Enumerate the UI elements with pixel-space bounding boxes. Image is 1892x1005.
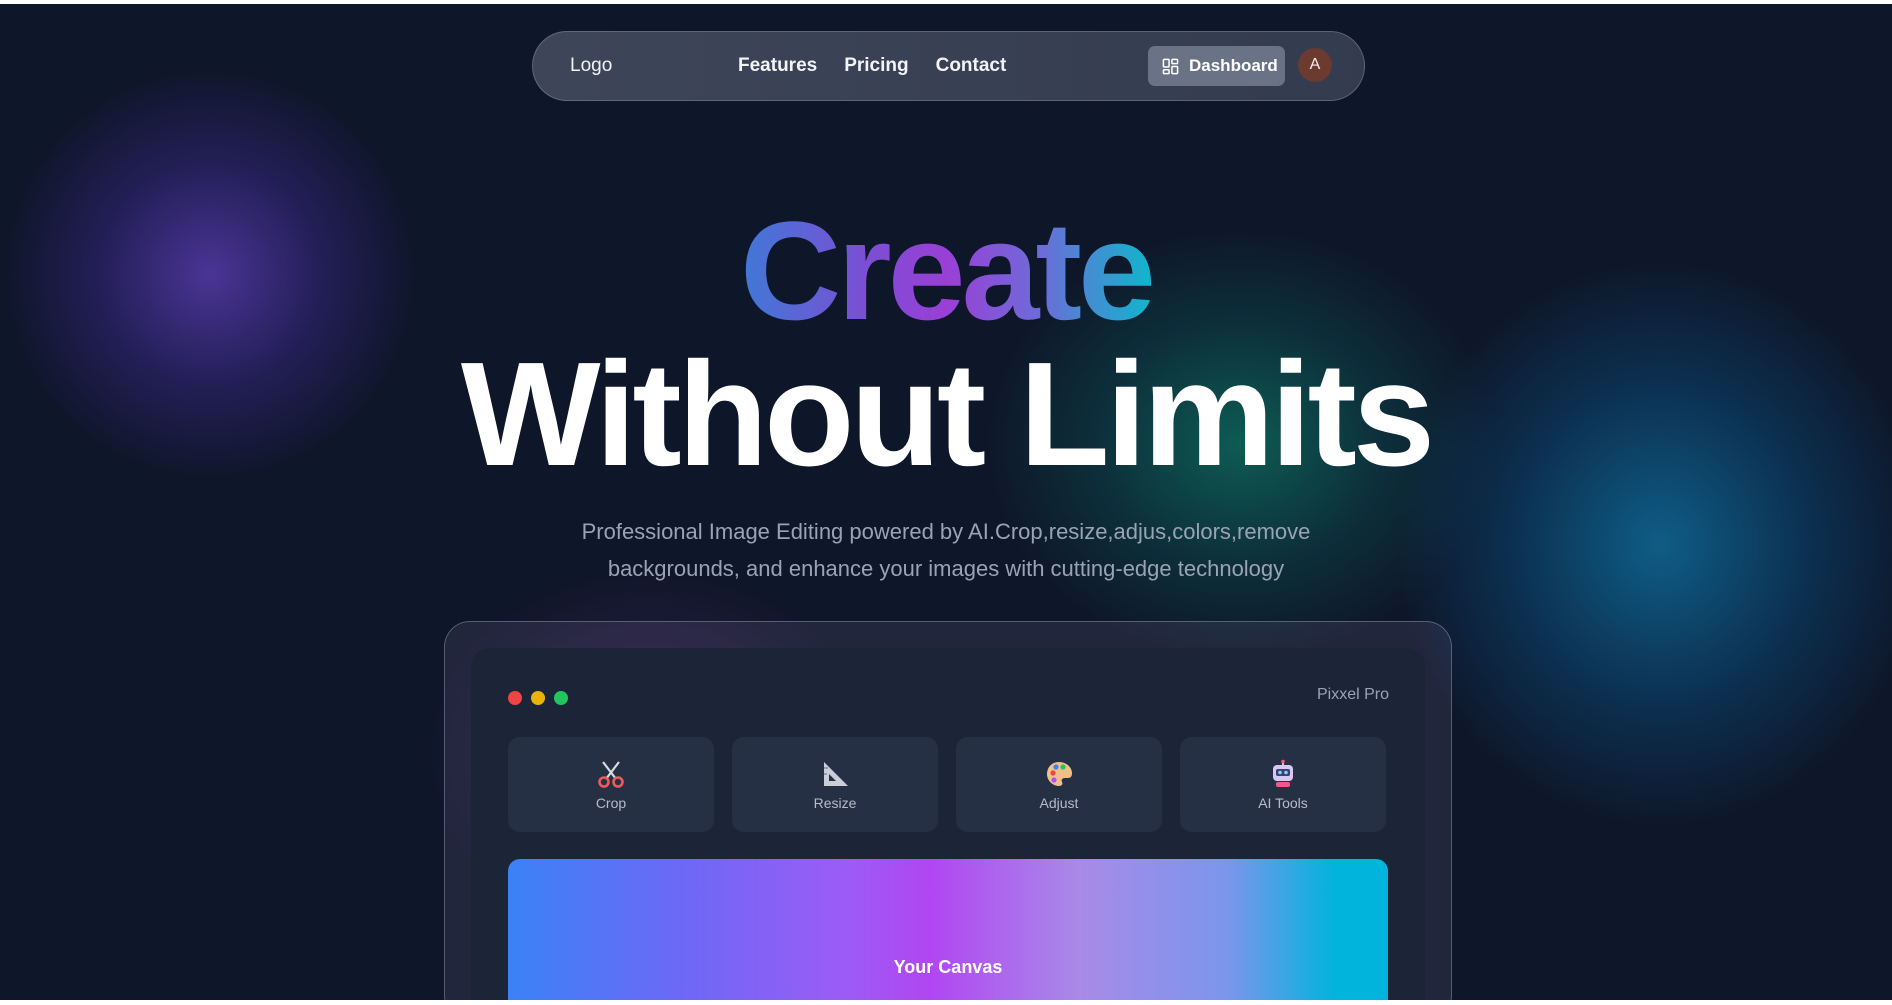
tool-label: Adjust xyxy=(1039,794,1079,811)
hero-subtitle: Professional Image Editing powered by AI… xyxy=(581,519,1311,581)
dashboard-button[interactable]: Dashboard xyxy=(1148,46,1285,86)
tool-list: Crop Resize Adjust AI Tools xyxy=(508,737,1386,832)
window-minimize-dot xyxy=(531,691,545,705)
window-maximize-dot xyxy=(554,691,568,705)
tool-adjust[interactable]: Adjust xyxy=(956,737,1162,832)
avatar[interactable]: A xyxy=(1298,48,1332,82)
nav-link-features[interactable]: Features xyxy=(738,55,817,77)
page-background: Logo Features Pricing Contact Dashboard … xyxy=(0,4,1892,1000)
app-window: Pixxel Pro Crop Resize Adjust AI Tools Y… xyxy=(471,648,1425,1000)
navbar: Logo Features Pricing Contact Dashboard … xyxy=(532,31,1365,101)
canvas-label: Your Canvas xyxy=(893,957,1003,977)
hero-title-gradient: Create xyxy=(0,196,1892,346)
hero-title-main: Without Limits xyxy=(460,332,1435,497)
canvas[interactable]: Your Canvas xyxy=(508,859,1388,1000)
tool-label: Resize xyxy=(813,794,857,811)
window-close-dot xyxy=(508,691,522,705)
palette-icon xyxy=(1047,761,1072,786)
nav-links: Features Pricing Contact xyxy=(738,32,1006,100)
nav-link-pricing[interactable]: Pricing xyxy=(844,55,908,77)
dashboard-label: Dashboard xyxy=(1189,56,1278,75)
tool-label: Crop xyxy=(595,794,627,811)
ruler-triangle-icon xyxy=(824,761,848,786)
tool-resize[interactable]: Resize xyxy=(732,737,938,832)
layout-dashboard-icon xyxy=(1162,58,1179,74)
logo[interactable]: Logo xyxy=(570,32,612,100)
robot-icon xyxy=(1273,759,1293,787)
scissors-icon xyxy=(598,760,624,788)
nav-link-contact[interactable]: Contact xyxy=(936,55,1007,77)
tool-ai-tools[interactable]: AI Tools xyxy=(1180,737,1386,832)
hero-title-create: Create xyxy=(740,192,1156,349)
tool-crop[interactable]: Crop xyxy=(508,737,714,832)
app-name: Pixxel Pro xyxy=(1316,686,1389,703)
tool-label: AI Tools xyxy=(1258,794,1308,811)
